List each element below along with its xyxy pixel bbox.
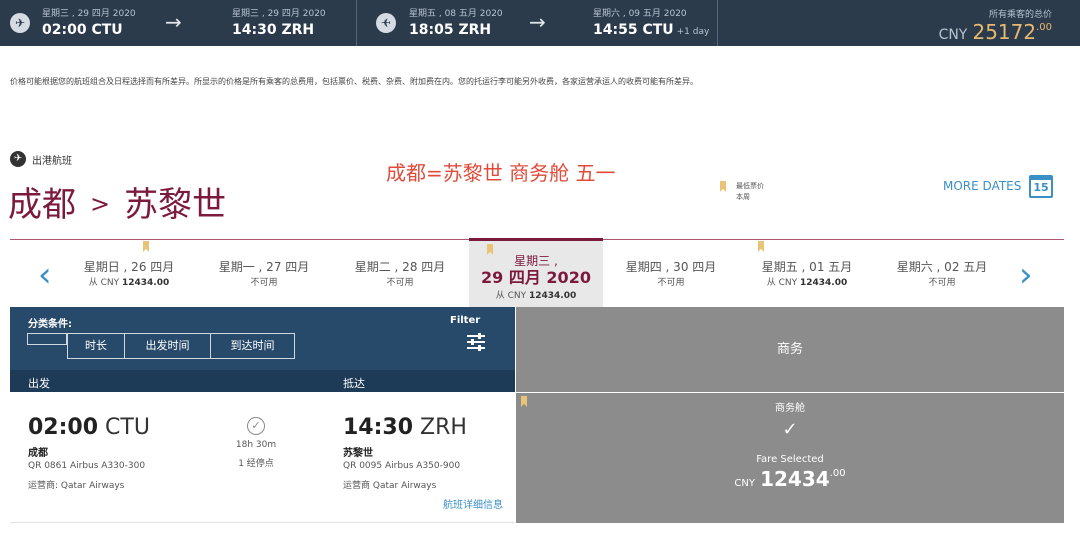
fare-amount: 12434 xyxy=(760,467,830,491)
fare-status: Fare Selected xyxy=(756,454,824,465)
date-price: 不可用 xyxy=(928,278,956,288)
return-dep-date: 星期五 , 08 五月 2020 xyxy=(409,9,503,19)
flight-duration: 18h 30m xyxy=(235,440,277,450)
cabin-class-header: 商务 xyxy=(516,307,1064,392)
flight-row: 02:00 CTU 成都 QR 0861 Airbus A330-300 运营商… xyxy=(10,393,515,523)
date-price: 从 CNY 12434.00 xyxy=(495,291,577,301)
date-label: 星期二 , 28 四月 xyxy=(354,260,446,274)
date-option[interactable]: 星期日 , 26 四月 从 CNY 12434.00 xyxy=(62,241,196,301)
arrival-operator: 运营商 Qatar Airways xyxy=(343,481,437,491)
date-price: 从 CNY 12434.00 xyxy=(88,278,170,288)
sort-label: 分类条件: xyxy=(28,319,72,330)
lowest-fare-legend: 最低票价 本周 xyxy=(720,181,764,203)
sort-arrival-button[interactable]: 到达时间 xyxy=(210,333,295,359)
date-label: 星期一 , 27 四月 xyxy=(218,260,310,274)
date-price: 从 CNY 12434.00 xyxy=(766,278,848,288)
date-price: 不可用 xyxy=(657,278,685,288)
trip-summary-bar: ✈ 星期三 , 29 四月 2020 02:00 CTU → 星期三 , 29 … xyxy=(0,0,1080,46)
departure-operator: 运营商: Qatar Airways xyxy=(28,481,125,491)
total-price-label: 所有乘客的总价 xyxy=(988,10,1052,20)
lowest-fare-label: 最低票价 xyxy=(736,182,764,190)
business-fare-cell[interactable]: 商务舱 ✓ Fare Selected CNY 12434.00 xyxy=(516,393,1064,523)
departure-column-label: 出发 xyxy=(28,377,50,390)
total-decimal: .00 xyxy=(1036,22,1052,33)
date-label: 29 四月 2020 xyxy=(481,268,591,287)
outbound-arr-date: 星期三 , 29 四月 2020 xyxy=(232,9,326,19)
filter-label[interactable]: Filter xyxy=(450,315,480,326)
price-notice: 价格可能根据您的航班组合及日程选择而有所差异。所显示的价格是所有乘客的总费用，包… xyxy=(10,77,698,86)
total-amount: 25172 xyxy=(972,20,1037,44)
outbound-arr-time: 14:30 ZRH xyxy=(232,22,315,38)
departure-city: 成都 xyxy=(28,448,48,459)
fare-price: CNY 12434.00 xyxy=(516,467,1064,491)
date-price: 不可用 xyxy=(386,278,414,288)
annotation-text: 成都=苏黎世 商务舱 五一 xyxy=(386,161,616,185)
plane-icon: ✈ xyxy=(10,151,26,167)
flight-details-link[interactable]: 航班详细信息 xyxy=(443,496,503,511)
total-price: CNY 25172.00 xyxy=(939,20,1052,44)
date-option-selected[interactable]: 星期三 , 29 四月 2020 从 CNY 12434.00 xyxy=(469,238,603,307)
fare-decimal: .00 xyxy=(829,468,846,479)
total-currency: CNY xyxy=(938,27,968,43)
outbound-dep-date: 星期三 , 29 四月 2020 xyxy=(42,9,136,19)
more-dates-link[interactable]: MORE DATES xyxy=(943,179,1021,193)
fare-cabin-name: 商务舱 xyxy=(775,403,805,414)
fare-currency: CNY xyxy=(734,478,755,489)
date-option[interactable]: 星期一 , 27 四月 不可用 xyxy=(197,241,331,301)
sort-duration-button[interactable]: 时长 xyxy=(67,333,125,359)
date-option[interactable]: 星期五 , 01 五月 从 CNY 12434.00 xyxy=(740,241,874,301)
outbound-label: 出港航班 xyxy=(32,155,72,167)
date-weekday: 星期三 , xyxy=(514,254,558,268)
flight-stops: 1 经停点 xyxy=(238,459,274,469)
prev-dates-chevron-icon[interactable]: ‹ xyxy=(38,258,52,292)
check-circle-icon: ✓ xyxy=(247,417,265,435)
date-label: 星期四 , 30 四月 xyxy=(625,260,717,274)
date-label: 星期五 , 01 五月 xyxy=(761,260,853,274)
departure-flight-number: QR 0861 Airbus A330-300 xyxy=(28,461,146,471)
date-option[interactable]: 星期六 , 02 五月 不可用 xyxy=(875,241,1009,301)
arrow-right-icon: → xyxy=(529,10,546,34)
date-label: 星期日 , 26 四月 xyxy=(83,260,175,274)
date-option[interactable]: 星期二 , 28 四月 不可用 xyxy=(333,241,467,301)
lowest-fare-period: 本周 xyxy=(736,193,750,201)
bookmark-icon xyxy=(758,241,764,252)
next-dates-chevron-icon[interactable]: › xyxy=(1019,258,1033,292)
arrival-column-label: 抵达 xyxy=(343,377,365,390)
route-separator: > xyxy=(90,190,111,218)
outbound-heading: ✈ 出港航班 xyxy=(10,151,72,167)
return-arr-time: 14:55 CTU +1 day xyxy=(593,22,710,38)
sort-filter-panel: 分类条件: 时长 出发时间 到达时间 Filter 出发 抵达 xyxy=(10,307,515,392)
outbound-dep-time: 02:00 CTU xyxy=(42,22,123,38)
date-price: 不可用 xyxy=(250,278,278,288)
arrival-flight-number: QR 0095 Airbus A350-900 xyxy=(343,461,461,471)
summary-divider xyxy=(717,0,718,46)
return-summary[interactable]: ✈ 星期五 , 08 五月 2020 18:05 ZRH → 星期六 , 09 … xyxy=(357,0,717,46)
origin-city: 成都 xyxy=(8,185,76,225)
outbound-summary[interactable]: ✈ 星期三 , 29 四月 2020 02:00 CTU → 星期三 , 29 … xyxy=(0,0,356,46)
plane-icon: ✈ xyxy=(10,13,30,33)
destination-city: 苏黎世 xyxy=(124,185,227,225)
route-title: 成都 > 苏黎世 xyxy=(8,177,226,226)
arrival-city: 苏黎世 xyxy=(343,448,373,459)
departure-time: 02:00 CTU xyxy=(28,415,150,440)
date-option[interactable]: 星期四 , 30 四月 不可用 xyxy=(604,241,738,301)
date-label: 星期六 , 02 五月 xyxy=(896,260,988,274)
plane-return-icon: ✈ xyxy=(376,13,396,33)
filter-sliders-icon[interactable] xyxy=(467,332,485,352)
calendar-icon[interactable]: 15 xyxy=(1029,175,1053,198)
sort-departure-button[interactable]: 出发时间 xyxy=(124,333,211,359)
column-header: 出发 抵达 xyxy=(10,370,515,392)
bookmark-icon xyxy=(143,241,149,252)
return-arr-date: 星期六 , 09 五月 2020 xyxy=(593,9,687,19)
plus-day-label: +1 day xyxy=(676,27,710,37)
arrival-time: 14:30 ZRH xyxy=(343,415,467,440)
bookmark-icon xyxy=(720,181,726,192)
sort-empty-box[interactable] xyxy=(27,333,67,345)
return-dep-time: 18:05 ZRH xyxy=(409,22,492,38)
arrow-right-icon: → xyxy=(165,10,182,34)
checkmark-icon: ✓ xyxy=(782,419,798,440)
